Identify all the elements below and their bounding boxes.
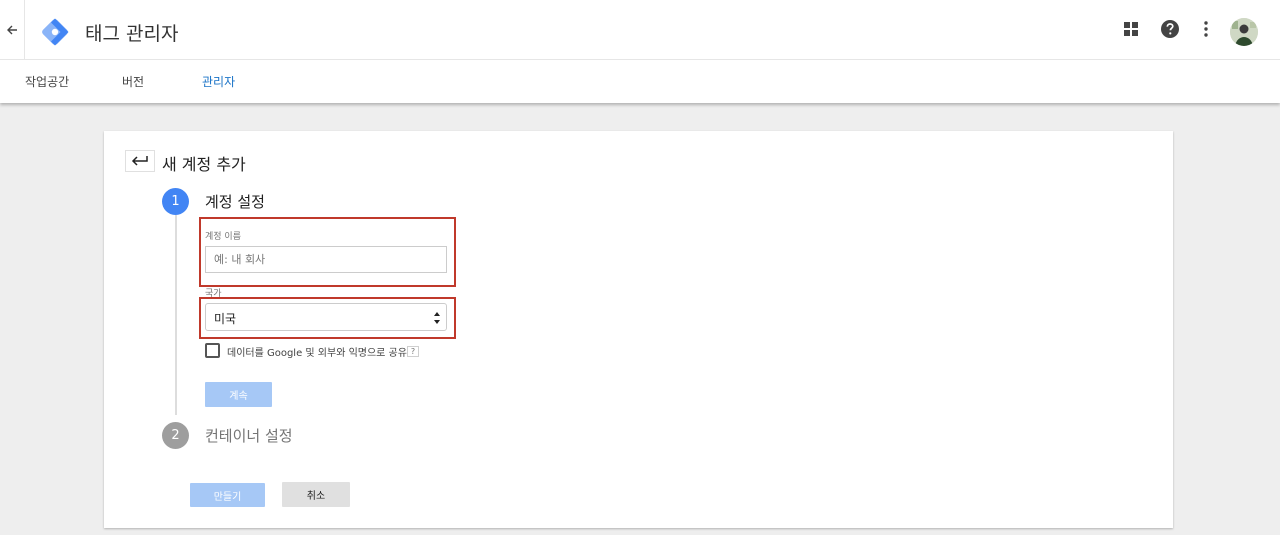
- account-name-input[interactable]: [205, 246, 447, 273]
- step-2-indicator: 2: [162, 422, 189, 449]
- user-avatar[interactable]: [1230, 18, 1258, 46]
- arrow-return-icon: [131, 152, 149, 171]
- step-1-indicator: 1: [162, 188, 189, 215]
- help-circle-icon: [1160, 19, 1180, 43]
- apps-grid-icon: [1123, 21, 1139, 41]
- sub-navigation: 작업공간 버전 관리자: [0, 60, 1280, 103]
- continue-button[interactable]: 계속: [205, 382, 272, 407]
- select-arrows-icon: [433, 310, 441, 324]
- account-name-label: 계정 이름: [205, 232, 241, 242]
- arrow-left-icon: [6, 21, 18, 40]
- tab-admin[interactable]: 관리자: [202, 73, 235, 90]
- more-options-button[interactable]: [1194, 19, 1218, 43]
- stepper-line: [175, 215, 177, 415]
- share-data-checkbox[interactable]: [205, 343, 220, 358]
- tab-workspace[interactable]: 작업공간: [25, 73, 69, 90]
- help-button[interactable]: [1158, 19, 1182, 43]
- back-button[interactable]: [0, 0, 25, 60]
- app-bar: 태그 관리자 작업공간 버전 관리자: [0, 0, 1280, 103]
- card-title: 새 계정 추가: [162, 155, 246, 174]
- new-account-card: 새 계정 추가 1 계정 설정 계정 이름 국가 미국 데이터를 Google …: [104, 131, 1173, 528]
- app-title: 태그 관리자: [85, 23, 179, 45]
- top-bar: 태그 관리자: [0, 0, 1280, 60]
- step-2-title[interactable]: 컨테이너 설정: [205, 425, 293, 446]
- country-select[interactable]: 미국: [205, 303, 447, 331]
- cancel-button[interactable]: 취소: [282, 482, 350, 507]
- step-1-title: 계정 설정: [205, 193, 265, 211]
- share-data-label: 데이터를 Google 및 외부와 익명으로 공유: [227, 348, 407, 359]
- apps-button[interactable]: [1119, 19, 1143, 43]
- more-vert-icon: [1204, 21, 1208, 41]
- create-button[interactable]: 만들기: [190, 483, 265, 507]
- country-selected-value: 미국: [214, 312, 237, 326]
- tab-versions[interactable]: 버전: [122, 73, 144, 90]
- share-data-help-icon[interactable]: ?: [407, 346, 419, 357]
- card-back-button[interactable]: [125, 150, 155, 172]
- tag-manager-logo: [40, 17, 70, 47]
